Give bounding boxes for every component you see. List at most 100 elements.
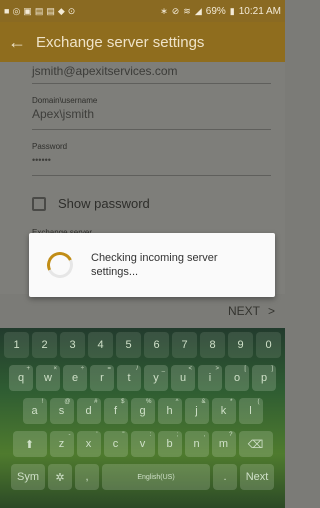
- sync-icon: ⊙: [67, 6, 76, 16]
- key-label: s: [58, 405, 65, 417]
- key-alt-label: +: [26, 366, 30, 372]
- key-label: e: [71, 372, 79, 384]
- key-p[interactable]: p]: [252, 365, 276, 391]
- key-y[interactable]: y _: [144, 365, 168, 391]
- show-password-label: Show password: [58, 196, 150, 211]
- key-u[interactable]: u <: [171, 365, 195, 391]
- notification-icons: ■ ◎ ▣ ▤ ▤ ◆ ⊙: [4, 6, 75, 16]
- message-icon: ▤: [34, 6, 44, 16]
- key-label: m: [218, 438, 229, 450]
- key-c[interactable]: c ": [103, 431, 128, 457]
- key-label: t: [127, 372, 131, 384]
- key-d[interactable]: d #: [76, 398, 101, 424]
- key-s[interactable]: s @: [49, 398, 74, 424]
- key-x[interactable]: x ': [76, 431, 101, 457]
- key-alt-label: ,: [203, 432, 206, 438]
- key-n[interactable]: n,: [184, 431, 209, 457]
- progress-dialog: Checking incoming server settings...: [29, 233, 275, 297]
- key-1[interactable]: 1: [4, 332, 29, 358]
- dialog-message: Checking incoming server settings...: [91, 252, 218, 278]
- key-w[interactable]: w ×: [36, 365, 60, 391]
- key-6[interactable]: 6: [144, 332, 169, 358]
- bottom-key-row: Sym ✲ , English(US) . Next: [0, 464, 285, 490]
- key-label: f: [113, 405, 118, 417]
- key-2[interactable]: 2: [32, 332, 57, 358]
- chevron-right-icon[interactable]: >: [268, 304, 275, 318]
- key-q[interactable]: q +: [9, 365, 33, 391]
- key-label: g: [139, 405, 146, 417]
- key-alt-label: %: [146, 399, 152, 405]
- password-field[interactable]: Password ••••••: [32, 142, 271, 176]
- alarm-icon: ⊘: [171, 6, 180, 16]
- key-alt-label: [: [244, 366, 246, 372]
- key-label: 9: [237, 339, 244, 351]
- backspace-key[interactable]: ⌫: [238, 431, 273, 457]
- space-key[interactable]: English(US): [102, 464, 210, 490]
- battery-percent: 69%: [205, 5, 226, 17]
- next-button[interactable]: NEXT: [228, 304, 260, 318]
- key-f[interactable]: f $: [103, 398, 128, 424]
- clock: 10:21 AM: [238, 5, 281, 17]
- domain-username-field[interactable]: Domain\username Apex\jsmith: [32, 96, 271, 130]
- domain-username-value: Apex\jsmith: [32, 107, 95, 121]
- key-label: x: [85, 438, 92, 450]
- key-j[interactable]: j &: [184, 398, 209, 424]
- key-k[interactable]: k *: [211, 398, 236, 424]
- page-title: Exchange server settings: [36, 33, 205, 51]
- key-o[interactable]: o[: [225, 365, 249, 391]
- key-8[interactable]: 8: [200, 332, 225, 358]
- shift-key[interactable]: ⬆: [12, 431, 47, 457]
- letter-row-2: a! s @ d # f $ g% h ^ j & k * l(: [0, 398, 285, 424]
- period-key[interactable]: .: [213, 464, 237, 490]
- sym-key[interactable]: Sym: [11, 464, 45, 490]
- key-0[interactable]: 0: [256, 332, 281, 358]
- key-r[interactable]: r =: [90, 365, 114, 391]
- key-i[interactable]: i >: [198, 365, 222, 391]
- key-alt-label: ×: [53, 366, 57, 372]
- letter-row-3-keys: z - x ' c " v: b; n, m?: [48, 431, 237, 457]
- key-v[interactable]: v:: [130, 431, 155, 457]
- key-alt-label: /: [136, 366, 138, 372]
- key-alt-label: ^: [175, 399, 179, 405]
- key-z[interactable]: z-: [49, 431, 74, 457]
- next-key[interactable]: Next: [240, 464, 274, 490]
- key-t[interactable]: t /: [117, 365, 141, 391]
- app-bar: ← Exchange server settings: [0, 22, 285, 62]
- key-h[interactable]: h ^: [157, 398, 182, 424]
- key-label: 1: [13, 339, 20, 351]
- key-alt-label: ÷: [80, 366, 84, 372]
- key-alt-label: >: [215, 366, 219, 372]
- key-9[interactable]: 9: [228, 332, 253, 358]
- key-alt-label: (: [257, 399, 260, 405]
- key-label: l: [249, 405, 252, 417]
- key-5[interactable]: 5: [116, 332, 141, 358]
- key-m[interactable]: m?: [211, 431, 236, 457]
- show-password-checkbox[interactable]: [32, 196, 46, 211]
- key-7[interactable]: 7: [172, 332, 197, 358]
- key-3[interactable]: 3: [60, 332, 85, 358]
- key-4[interactable]: 4: [88, 332, 113, 358]
- key-alt-label: *: [230, 399, 233, 405]
- key-label: y: [153, 372, 159, 384]
- key-l[interactable]: l(: [238, 398, 263, 424]
- system-icons: ∗ ⊘ ≋ ◢ 69% ▮ 10:21 AM: [160, 6, 281, 17]
- settings-gear-icon[interactable]: ✲: [48, 464, 72, 490]
- email-field[interactable]: jsmith@apexitservices.com: [32, 64, 271, 84]
- key-label: 7: [181, 339, 188, 351]
- key-e[interactable]: e ÷: [63, 365, 87, 391]
- whatsapp-icon: ◎: [12, 6, 21, 16]
- battery-icon: ▮: [229, 6, 235, 16]
- key-label: w: [44, 372, 52, 384]
- loading-spinner-icon: [43, 248, 77, 282]
- key-alt-label: -: [68, 432, 71, 438]
- key-g[interactable]: g%: [130, 398, 155, 424]
- password-label: Password: [32, 142, 68, 151]
- back-arrow-icon[interactable]: ←: [8, 32, 30, 53]
- show-password-row[interactable]: Show password: [32, 196, 150, 211]
- key-b[interactable]: b;: [157, 431, 182, 457]
- key-label: z: [58, 438, 65, 450]
- comma-key[interactable]: ,: [75, 464, 99, 490]
- key-label: d: [85, 405, 92, 417]
- image-icon: ▣: [23, 6, 32, 16]
- key-a[interactable]: a!: [22, 398, 47, 424]
